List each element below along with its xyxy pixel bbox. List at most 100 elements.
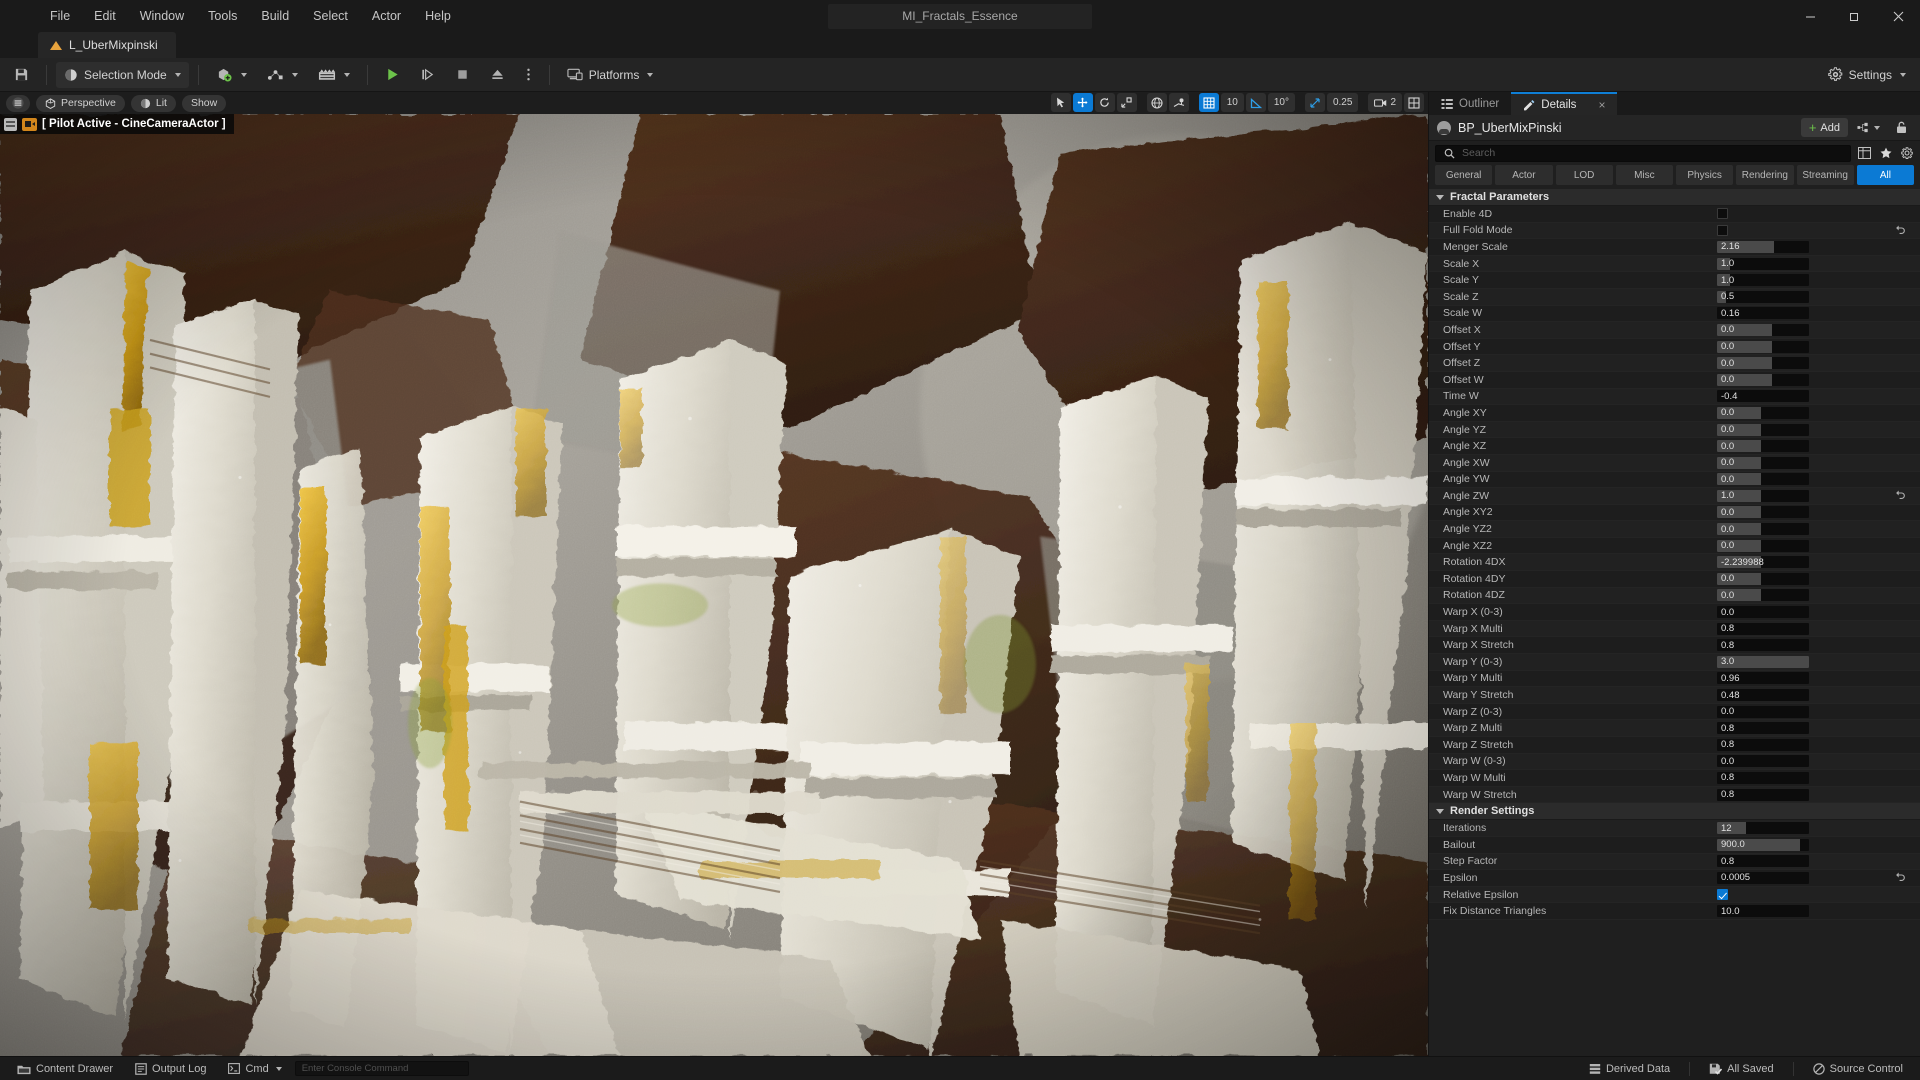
cinematics-button[interactable] xyxy=(310,62,358,88)
all-saved-button[interactable]: All Saved xyxy=(1700,1060,1782,1078)
angle-snap-value[interactable]: 10° xyxy=(1267,93,1295,112)
project-tab[interactable]: L_UberMixpinski xyxy=(38,32,176,58)
save-button[interactable] xyxy=(6,62,37,88)
filter-tab-rendering[interactable]: Rendering xyxy=(1736,165,1794,185)
property-number-field[interactable]: 1.0 xyxy=(1717,274,1809,287)
console-command-input[interactable]: Enter Console Command xyxy=(294,1061,469,1076)
filter-tab-streaming[interactable]: Streaming xyxy=(1796,165,1854,185)
property-number-field[interactable]: 0.5 xyxy=(1717,290,1809,303)
property-number-field[interactable]: 0.8 xyxy=(1717,771,1809,784)
cmd-button[interactable]: Cmd xyxy=(219,1060,290,1078)
lock-details-button[interactable] xyxy=(1888,118,1914,137)
blueprints-button[interactable] xyxy=(259,62,306,88)
category-header[interactable]: Render Settings xyxy=(1429,803,1920,821)
scale-snap-toggle[interactable] xyxy=(1304,93,1325,112)
move-tool-button[interactable] xyxy=(1072,93,1093,112)
filter-tab-general[interactable]: General xyxy=(1435,165,1493,185)
property-number-field[interactable]: 0.8 xyxy=(1717,738,1809,751)
eject-pilot-icon[interactable] xyxy=(4,117,17,131)
property-number-field[interactable]: 2.16 xyxy=(1717,240,1809,253)
property-number-field[interactable]: 0.0 xyxy=(1717,506,1809,519)
property-number-field[interactable]: 0.8 xyxy=(1717,622,1809,635)
filter-tab-lod[interactable]: LOD xyxy=(1555,165,1613,185)
property-checkbox[interactable] xyxy=(1717,889,1728,901)
property-number-field[interactable]: 0.0 xyxy=(1717,406,1809,419)
surface-snap-button[interactable] xyxy=(1168,93,1189,112)
search-container[interactable] xyxy=(1435,144,1851,162)
camera-speed-button[interactable]: 2 xyxy=(1368,93,1402,112)
show-menu-button[interactable]: Show xyxy=(181,94,227,112)
camera-mode-button[interactable]: Perspective xyxy=(36,94,125,112)
stop-button[interactable] xyxy=(447,62,478,88)
property-number-field[interactable]: 0.96 xyxy=(1717,672,1809,685)
close-button[interactable] xyxy=(1876,0,1920,32)
scale-snap-value[interactable]: 0.25 xyxy=(1326,93,1359,112)
angle-snap-toggle[interactable] xyxy=(1245,93,1266,112)
property-checkbox[interactable] xyxy=(1717,208,1728,220)
property-number-field[interactable]: 0.0 xyxy=(1717,539,1809,552)
property-number-field[interactable]: 0.8 xyxy=(1717,722,1809,735)
view-mode-button[interactable]: Lit xyxy=(130,94,176,112)
filter-tab-misc[interactable]: Misc xyxy=(1615,165,1673,185)
play-button[interactable] xyxy=(377,62,408,88)
coordinate-system-button[interactable] xyxy=(1146,93,1167,112)
output-log-button[interactable]: Output Log xyxy=(126,1060,215,1078)
add-actor-button[interactable] xyxy=(208,62,255,88)
property-number-field[interactable]: 0.0 xyxy=(1717,357,1809,370)
property-number-field[interactable]: 1.0 xyxy=(1717,257,1809,270)
filter-tab-actor[interactable]: Actor xyxy=(1495,165,1553,185)
property-number-field[interactable]: -0.4 xyxy=(1717,390,1809,403)
details-settings-gear-icon[interactable] xyxy=(1899,145,1914,161)
property-list[interactable]: Fractal Parameters Enable 4D Full Fold Mod… xyxy=(1429,185,1920,1056)
scale-tool-button[interactable] xyxy=(1116,93,1137,112)
viewport-menu-button[interactable] xyxy=(6,94,30,112)
menu-item-file[interactable]: File xyxy=(38,0,82,32)
property-number-field[interactable]: 0.0 xyxy=(1717,323,1809,336)
derived-data-button[interactable]: Derived Data xyxy=(1580,1060,1679,1078)
content-drawer-button[interactable]: Content Drawer xyxy=(8,1060,122,1078)
property-checkbox[interactable] xyxy=(1717,224,1728,236)
menu-item-tools[interactable]: Tools xyxy=(196,0,249,32)
property-number-field[interactable]: 0.8 xyxy=(1717,855,1809,868)
source-control-button[interactable]: Source Control xyxy=(1804,1060,1912,1078)
eject-button[interactable] xyxy=(482,62,513,88)
property-number-field[interactable]: 0.16 xyxy=(1717,307,1809,320)
filter-tab-all[interactable]: All xyxy=(1856,165,1914,185)
property-number-field[interactable]: 0.0 xyxy=(1717,456,1809,469)
minimize-button[interactable] xyxy=(1788,0,1832,32)
property-number-field[interactable]: 1.0 xyxy=(1717,489,1809,502)
property-number-field[interactable]: 0.0005 xyxy=(1717,871,1809,884)
property-number-field[interactable]: 0.48 xyxy=(1717,689,1809,702)
tab-details[interactable]: Details × xyxy=(1511,92,1618,115)
revert-to-default-icon[interactable] xyxy=(1895,489,1906,502)
menu-item-build[interactable]: Build xyxy=(249,0,301,32)
property-number-field[interactable]: 10.0 xyxy=(1717,905,1809,918)
property-number-field[interactable]: 0.0 xyxy=(1717,440,1809,453)
platforms-button[interactable]: Platforms xyxy=(559,62,662,88)
revert-to-default-icon[interactable] xyxy=(1895,224,1906,237)
grid-snap-toggle[interactable] xyxy=(1198,93,1219,112)
maximize-button[interactable] xyxy=(1832,0,1876,32)
selection-mode-button[interactable]: Selection Mode xyxy=(56,61,189,88)
property-number-field[interactable]: 3.0 xyxy=(1717,655,1809,668)
property-number-field[interactable]: 0.0 xyxy=(1717,373,1809,386)
property-number-field[interactable]: -2.239988 xyxy=(1717,556,1809,569)
menu-item-window[interactable]: Window xyxy=(128,0,196,32)
filter-tab-physics[interactable]: Physics xyxy=(1676,165,1734,185)
viewport-layout-button[interactable] xyxy=(1404,93,1424,112)
tab-outliner[interactable]: Outliner xyxy=(1429,92,1511,115)
step-button[interactable] xyxy=(412,62,443,88)
property-number-field[interactable]: 0.0 xyxy=(1717,755,1809,768)
property-number-field[interactable]: 0.0 xyxy=(1717,473,1809,486)
property-number-field[interactable]: 0.0 xyxy=(1717,340,1809,353)
property-number-field[interactable]: 0.0 xyxy=(1717,705,1809,718)
property-number-field[interactable]: 0.8 xyxy=(1717,639,1809,652)
property-number-field[interactable]: 0.0 xyxy=(1717,606,1809,619)
property-number-field[interactable]: 0.0 xyxy=(1717,423,1809,436)
property-number-field[interactable]: 0.0 xyxy=(1717,589,1809,602)
menu-item-edit[interactable]: Edit xyxy=(82,0,128,32)
close-icon[interactable]: × xyxy=(1598,98,1605,112)
rotate-tool-button[interactable] xyxy=(1094,93,1115,112)
property-number-field[interactable]: 0.0 xyxy=(1717,572,1809,585)
property-number-field[interactable]: 12 xyxy=(1717,822,1809,835)
